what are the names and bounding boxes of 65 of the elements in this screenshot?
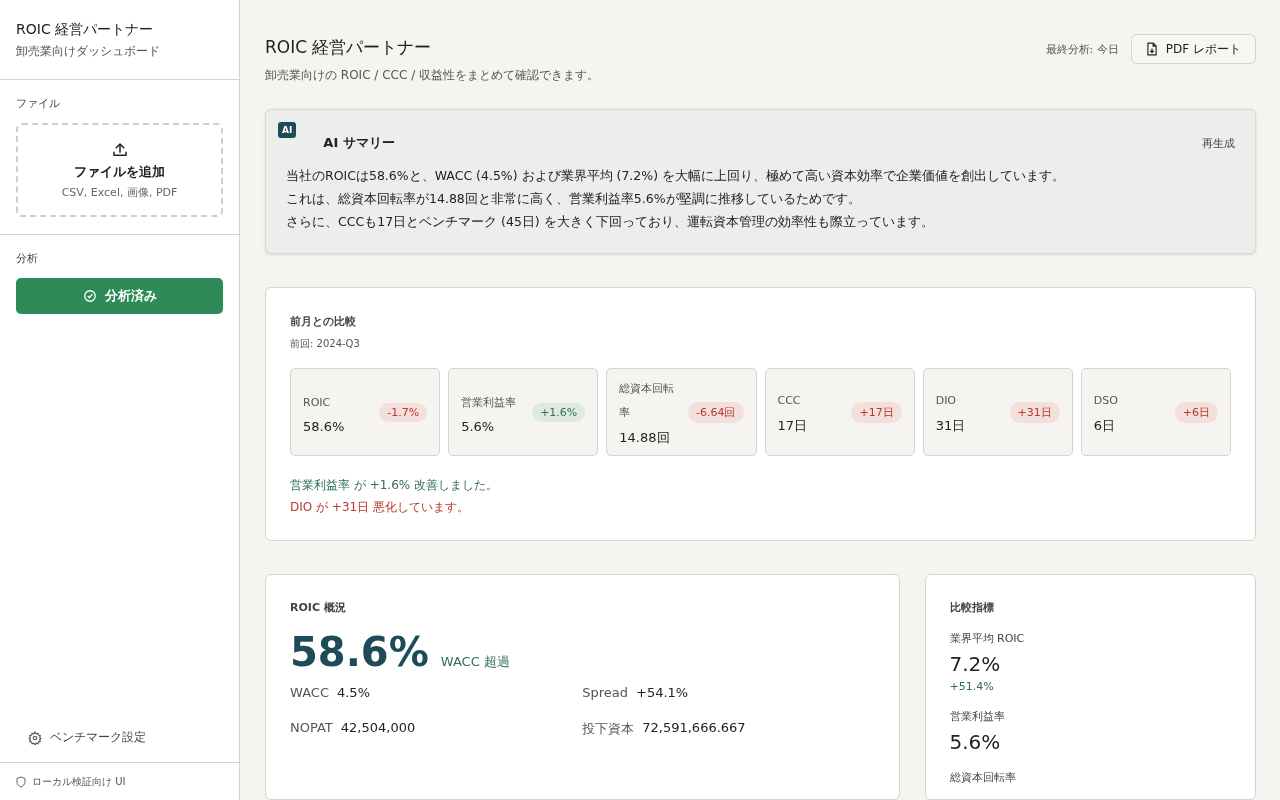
delta-badge: +6日 [1174, 401, 1218, 423]
card-title: ROIC 概況 [290, 600, 347, 615]
stat-label: Spread [582, 685, 629, 700]
previous-period: 前回: 2024-Q3 [290, 337, 361, 351]
change-note: 営業利益率 が +1.6% 改善しました。 [290, 477, 499, 494]
card-title: 前月との比較 [290, 314, 357, 329]
card-title: 比較指標 [949, 600, 995, 615]
upload-label: ファイルを追加 [74, 162, 165, 181]
metric-label: DSO [1093, 393, 1118, 409]
footer-note: ローカル検証向け UI [32, 775, 126, 789]
upload-icon [110, 140, 129, 159]
summary-text: これは、総資本回転率が14.88回と非常に高く、営業利益率5.6%が堅調に推移しているためです。 [286, 190, 862, 208]
delta-badge: -6.64回 [688, 401, 744, 423]
stat-label: WACC [290, 685, 329, 700]
benchmark-label: 業界平均 ROIC [949, 631, 1026, 646]
pdf-report-button[interactable]: PDF レポート [1130, 34, 1256, 64]
roic-status: WACC 超過 [440, 653, 510, 671]
section-heading: ファイル [16, 96, 61, 111]
metric-value: 14.88回 [619, 429, 671, 447]
delta-badge: +17日 [851, 401, 902, 423]
gear-icon [28, 730, 42, 745]
section-heading: 分析 [16, 251, 39, 266]
benchmark-label: 総資本回転率 [949, 770, 1017, 785]
last-analysis-text: 最終分析: 今日 [1045, 41, 1119, 57]
metric-value: 31日 [935, 417, 966, 435]
stat-value: +54.1% [636, 685, 689, 700]
app-title: ROIC 経営パートナー [16, 21, 155, 39]
stat-label: 投下資本 [582, 720, 635, 738]
metric-label: 営業利益率 [461, 394, 517, 411]
delta-badge: +31日 [1009, 401, 1060, 423]
benchmark-label: 営業利益率 [949, 709, 1006, 724]
check-circle-icon [82, 289, 97, 303]
stat-value: 72,591,666.667 [642, 720, 746, 737]
upload-hint: CSV, Excel, 画像, PDF [61, 184, 178, 200]
file-download-icon [1145, 42, 1158, 56]
summary-text: さらに、CCCも17日とベンチマーク (45日) を大きく下回っており、運転資本管理の効率性も際立っています。 [286, 213, 935, 231]
regenerate-button[interactable]: 再生成 [1202, 135, 1235, 151]
roic-value: 58.6% [290, 629, 429, 675]
ai-summary-title: AI サマリー [323, 134, 395, 152]
metric-value: 58.6% [303, 418, 345, 434]
benchmark-value: 5.6% [949, 730, 1002, 754]
stat-label: NOPAT [290, 720, 333, 737]
metric-value: 6日 [1093, 417, 1117, 435]
metric-value: 5.6% [461, 418, 496, 434]
benchmark-diff: +51.4% [949, 680, 995, 693]
delta-badge: +1.6% [532, 402, 586, 422]
ai-badge: AI [278, 122, 297, 138]
metric-label: ROIC [303, 394, 332, 411]
page-title: ROIC 経営パートナー [265, 36, 433, 59]
file-drop-zone[interactable]: ファイルを追加 CSV, Excel, 画像, PDF [16, 123, 223, 217]
benchmark-value: 7.2% [949, 652, 1002, 676]
metric-label: CCC [777, 393, 802, 409]
metric-label: DIO [935, 393, 958, 409]
delta-badge: -1.7% [379, 402, 428, 422]
benchmark-settings-link[interactable]: ベンチマーク設定 [0, 729, 174, 762]
change-note: DIO が +31日 悪化しています。 [290, 499, 470, 516]
summary-text: 当社のROICは58.6%と、WACC (4.5%) および業界平均 (7.2%) を大幅に上回り、極めて高い資本効率で企業価値を創出しています。 [286, 167, 1067, 185]
stat-value: 42,504,000 [340, 720, 416, 737]
metric-value: 17日 [777, 417, 808, 435]
metric-label: 総資本回転率 [619, 381, 676, 421]
stat-value: 4.5% [336, 685, 370, 700]
shield-icon [16, 776, 26, 788]
app-subtitle: 卸売業向けダッシュボード [16, 43, 161, 60]
analyze-button[interactable]: 分析済み [16, 278, 223, 314]
page-subtitle: 卸売業向けの ROIC / CCC / 収益性をまとめて確認できます。 [265, 67, 599, 84]
